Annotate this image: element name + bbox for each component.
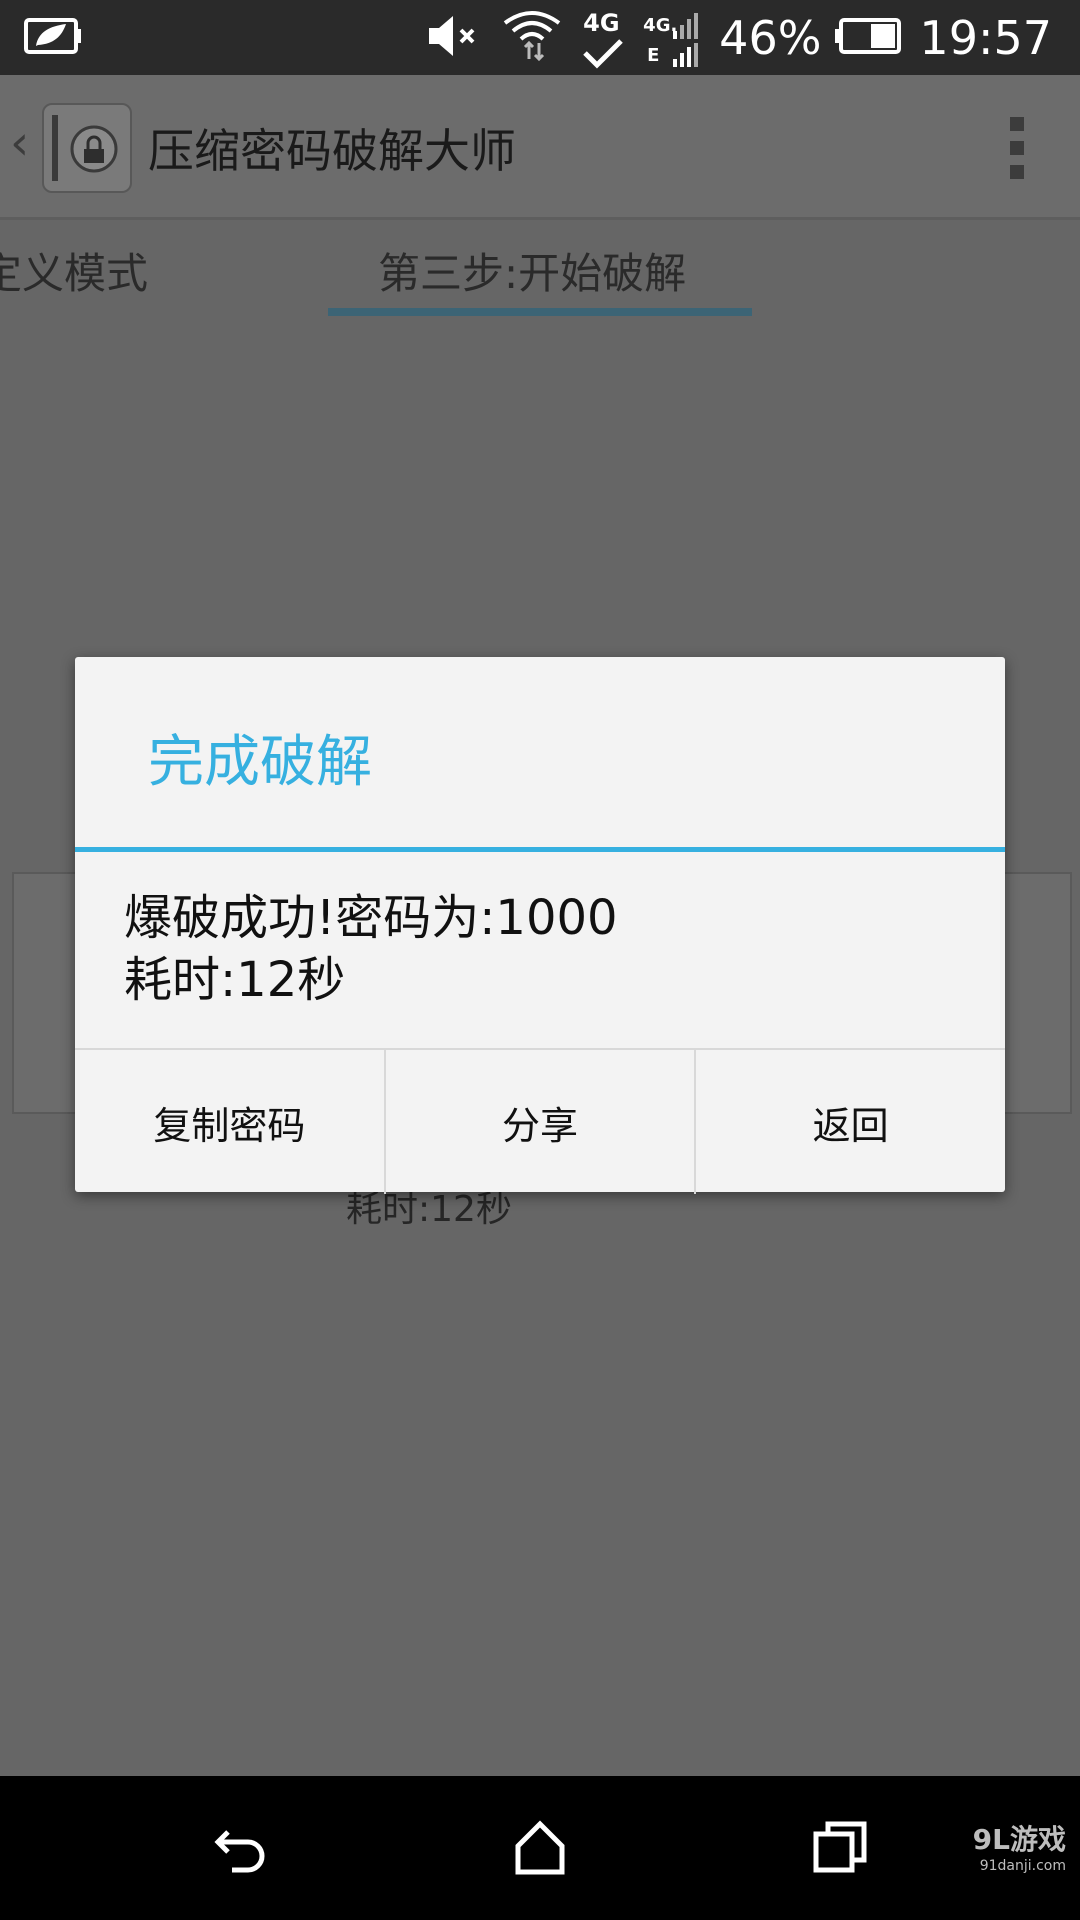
wifi-icon [501,7,563,69]
tab-start-crack[interactable]: 第三步:开始破解 [378,240,686,301]
action-bar: ‹ 压缩密码破解大师 [0,75,1080,220]
dialog-title-divider [75,847,1005,852]
dialog-message: 爆破成功!密码为:1000 耗时:12秒 [124,887,618,1011]
result-dialog: 完成破解 爆破成功!密码为:1000 耗时:12秒 复制密码 分享 返回 [75,657,1005,1194]
app-title: 压缩密码破解大师 [148,124,516,178]
mute-icon [425,12,483,64]
tab-custom-mode[interactable]: 定义模式 [0,240,148,301]
watermark-main: 9L游戏 [972,1823,1066,1856]
clock: 19:57 [919,10,1052,65]
tab-indicator [328,308,752,316]
home-icon[interactable] [510,1818,570,1878]
tab-strip: 定义模式 第三步:开始破解 [0,220,1080,320]
battery-icon [835,16,902,60]
network-4g-icon: 4G [581,5,625,71]
back-chevron-icon[interactable]: ‹ [10,115,29,171]
app-icon[interactable] [42,103,132,193]
recent-apps-icon[interactable] [810,1818,870,1878]
navigation-bar [0,1776,1080,1920]
battery-percent: 46% [719,10,822,65]
back-icon[interactable] [210,1818,270,1878]
watermark-logo: 9L游戏 91danji.com [973,1818,1066,1874]
network-4g-label: 4G [583,8,620,37]
dialog-title: 完成破解 [148,730,372,795]
battery-saver-icon [24,14,82,60]
signal-edge-label: E [647,44,660,66]
dialog-button-row: 复制密码 分享 返回 [75,1048,1005,1194]
return-button[interactable]: 返回 [694,1050,1005,1194]
status-bar: 4G 4G. E 46% 19:57 [0,0,1080,75]
dialog-message-elapsed: 耗时:12秒 [124,952,346,1008]
dialog-message-password: 爆破成功!密码为:1000 [124,890,618,946]
signal-icon: 4G. E [643,5,701,71]
copy-password-button[interactable]: 复制密码 [75,1050,384,1194]
share-button[interactable]: 分享 [383,1050,695,1194]
watermark-sub: 91danji.com [979,1858,1066,1874]
overflow-menu-icon[interactable] [1010,117,1028,189]
